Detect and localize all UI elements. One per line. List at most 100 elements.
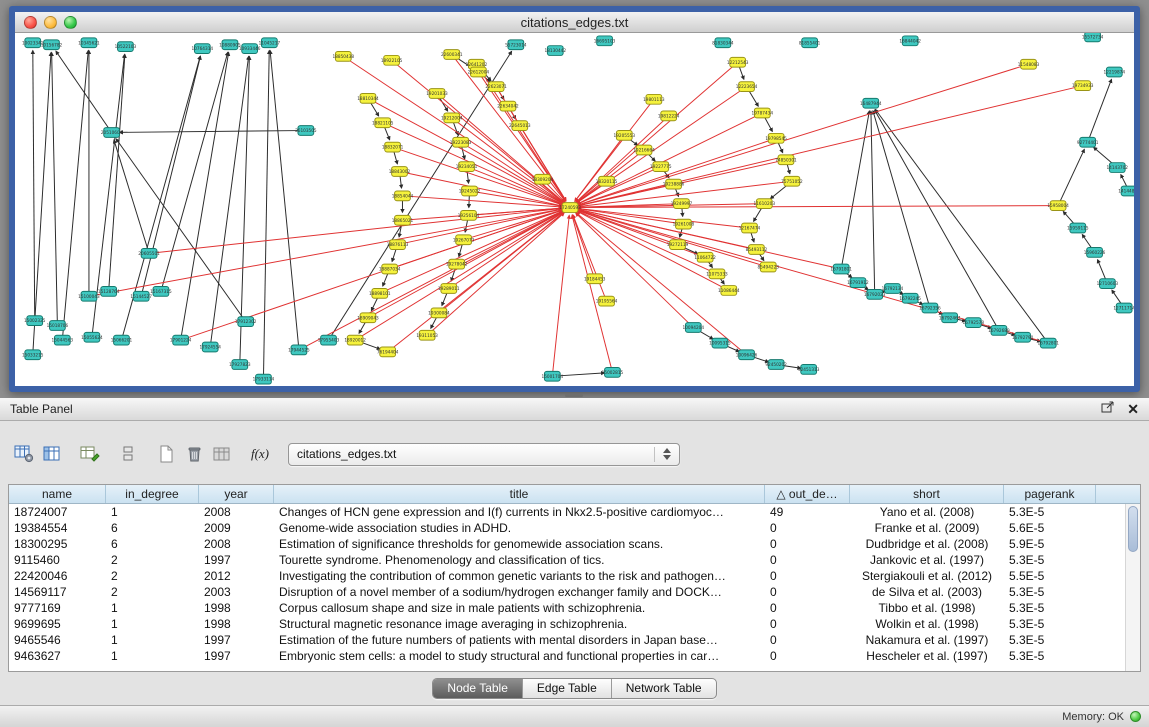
graph-node-label: 18850438 (333, 54, 355, 59)
show-columns-icon[interactable] (38, 441, 66, 467)
graph-node-label: 15167315 (150, 289, 172, 294)
cell-title: Changes of HCN gene expression and I(f) … (274, 504, 765, 520)
cell-in_degree: 1 (106, 648, 199, 664)
tab-edge-table[interactable]: Edge Table (523, 679, 612, 698)
column-header-year[interactable]: year (199, 485, 274, 503)
graph-node-label: 10095315 (709, 341, 731, 346)
cell-pagerank: 5.3E-5 (1004, 552, 1096, 568)
citation-edge-red (577, 115, 758, 204)
graph-node-label: 16792467 (939, 315, 961, 320)
graph-node-label: 18865021 (392, 218, 414, 223)
graph-node-label: 11045217 (259, 40, 281, 45)
table-options-icon[interactable] (10, 441, 38, 467)
cell-out_de: 0 (765, 600, 850, 616)
table-row[interactable]: 946554611997Estimation of the future num… (9, 632, 1140, 648)
graph-node-label: 81830344 (712, 40, 734, 45)
divider-grip-icon (565, 394, 583, 397)
column-header-in_degree[interactable]: in_degree (106, 485, 199, 503)
cell-pagerank: 5.5E-5 (1004, 568, 1096, 584)
graph-node-label: 10880905 (219, 42, 241, 47)
cell-title: Estimation of the future numbers of pati… (274, 632, 765, 648)
table-row[interactable]: 977716911998Corpus callosum shape and si… (9, 600, 1140, 616)
citation-edge-red (392, 212, 564, 348)
application-window: citations_edges.txt 10023341101567821034… (0, 0, 1149, 727)
graph-node-label: 10096426 (736, 352, 758, 357)
cell-title: Corpus callosum shape and size in male p… (274, 600, 765, 616)
graph-node-label: 19216664 (633, 148, 655, 153)
graph-node-label: 92451313 (798, 367, 820, 372)
graph-node-label: 22641202 (466, 62, 488, 67)
table-row[interactable]: 1830029562008Estimation of significance … (9, 536, 1140, 552)
table-scrollbar-thumb[interactable] (1128, 506, 1138, 552)
cell-name: 22420046 (9, 568, 106, 584)
graph-node-label: 22645013 (509, 123, 531, 128)
column-header-short[interactable]: short (850, 485, 1004, 503)
graph-node-label: 18920012 (344, 338, 366, 343)
graph-node-label: 18832071 (382, 145, 404, 150)
new-column-icon[interactable] (152, 441, 180, 467)
zoom-window-button[interactable] (64, 16, 77, 29)
table-row[interactable]: 911546021997Tourette syndrome. Phenomeno… (9, 552, 1140, 568)
cell-pagerank: 5.6E-5 (1004, 520, 1096, 536)
cell-short: Tibbo et al. (1998) (850, 600, 1004, 616)
column-header-pagerank[interactable]: pagerank (1004, 485, 1096, 503)
graph-node-label: 17901224 (170, 338, 192, 343)
close-window-button[interactable] (24, 16, 37, 29)
table-row[interactable]: 946362711997Embryonic stem cells: a mode… (9, 648, 1140, 664)
table-row[interactable]: 2242004622012Investigating the contribut… (9, 568, 1140, 584)
graph-node-label: 55723014 (505, 42, 527, 47)
table-toolbar: f(x) citations_edges.txt (10, 438, 1139, 470)
edit-table-icon[interactable] (76, 441, 104, 467)
cell-name: 9115460 (9, 552, 106, 568)
graph-node-label: 19195564 (596, 299, 618, 304)
cell-pagerank: 5.3E-5 (1004, 584, 1096, 600)
table-scrollbar[interactable] (1125, 504, 1140, 671)
cell-name: 18724007 (9, 504, 106, 520)
delete-column-icon[interactable] (180, 441, 208, 467)
column-header-name[interactable]: name (9, 485, 106, 503)
cell-short: Stergiakouli et al. (2012) (850, 568, 1004, 584)
table-panel: Table Panel ✕ (0, 398, 1149, 727)
float-panel-icon[interactable] (1101, 400, 1115, 418)
cell-name: 9699695 (9, 616, 106, 632)
graph-node-label: 16792356 (919, 306, 941, 311)
import-table-icon[interactable] (208, 441, 236, 467)
minimize-window-button[interactable] (44, 16, 57, 29)
graph-node-label: 16792134 (882, 286, 904, 291)
table-row[interactable]: 1456911722003Disruption of a novel membe… (9, 584, 1140, 600)
table-row[interactable]: 1938455462009Genome-wide association stu… (9, 520, 1140, 536)
graph-node-label: 22634042 (497, 104, 519, 109)
cell-in_degree: 2 (106, 584, 199, 600)
close-panel-icon[interactable]: ✕ (1127, 402, 1139, 416)
graph-node-label: 10094204 (683, 325, 705, 330)
cell-in_degree: 6 (106, 536, 199, 552)
graph-node-label: 14143702 (1106, 165, 1128, 170)
citation-edge-black (442, 293, 447, 306)
network-canvas-container[interactable]: 1002334110156782103456211052210310764314… (15, 33, 1134, 386)
graph-node-label: 16792245 (899, 296, 921, 301)
dropdown-arrows-icon (654, 447, 671, 462)
cell-out_de: 0 (765, 632, 850, 648)
tab-node-table[interactable]: Node Table (433, 679, 523, 698)
cell-title: Structural magnetic resonance image aver… (274, 616, 765, 632)
row-height-icon[interactable] (114, 441, 142, 467)
cell-short: Wolkin et al. (1998) (850, 616, 1004, 632)
cell-pagerank: 5.3E-5 (1004, 632, 1096, 648)
table-source-dropdown[interactable]: citations_edges.txt (288, 443, 680, 466)
graph-node-label: 16792578 (963, 320, 985, 325)
tab-network-table[interactable]: Network Table (612, 679, 716, 698)
cell-in_degree: 1 (106, 616, 199, 632)
function-builder-icon[interactable]: f(x) (246, 441, 274, 467)
citation-edge-black (114, 140, 148, 249)
column-header-title[interactable]: title (274, 485, 765, 503)
graph-node-label: 12167474 (739, 226, 761, 231)
table-row[interactable]: 969969511998Structural magnetic resonanc… (9, 616, 1140, 632)
column-header-out_de[interactable]: △ out_de… (765, 485, 850, 503)
table-row[interactable]: 1872400712008Changes of HCN gene express… (9, 504, 1140, 520)
graph-node-label: 19787434 (752, 111, 774, 116)
cell-year: 2003 (199, 584, 274, 600)
graph-node-label: 19734933 (1072, 83, 1094, 88)
network-window-titlebar[interactable]: citations_edges.txt (15, 12, 1134, 33)
citation-edge-black (765, 117, 773, 131)
citation-edge-red (577, 211, 712, 272)
